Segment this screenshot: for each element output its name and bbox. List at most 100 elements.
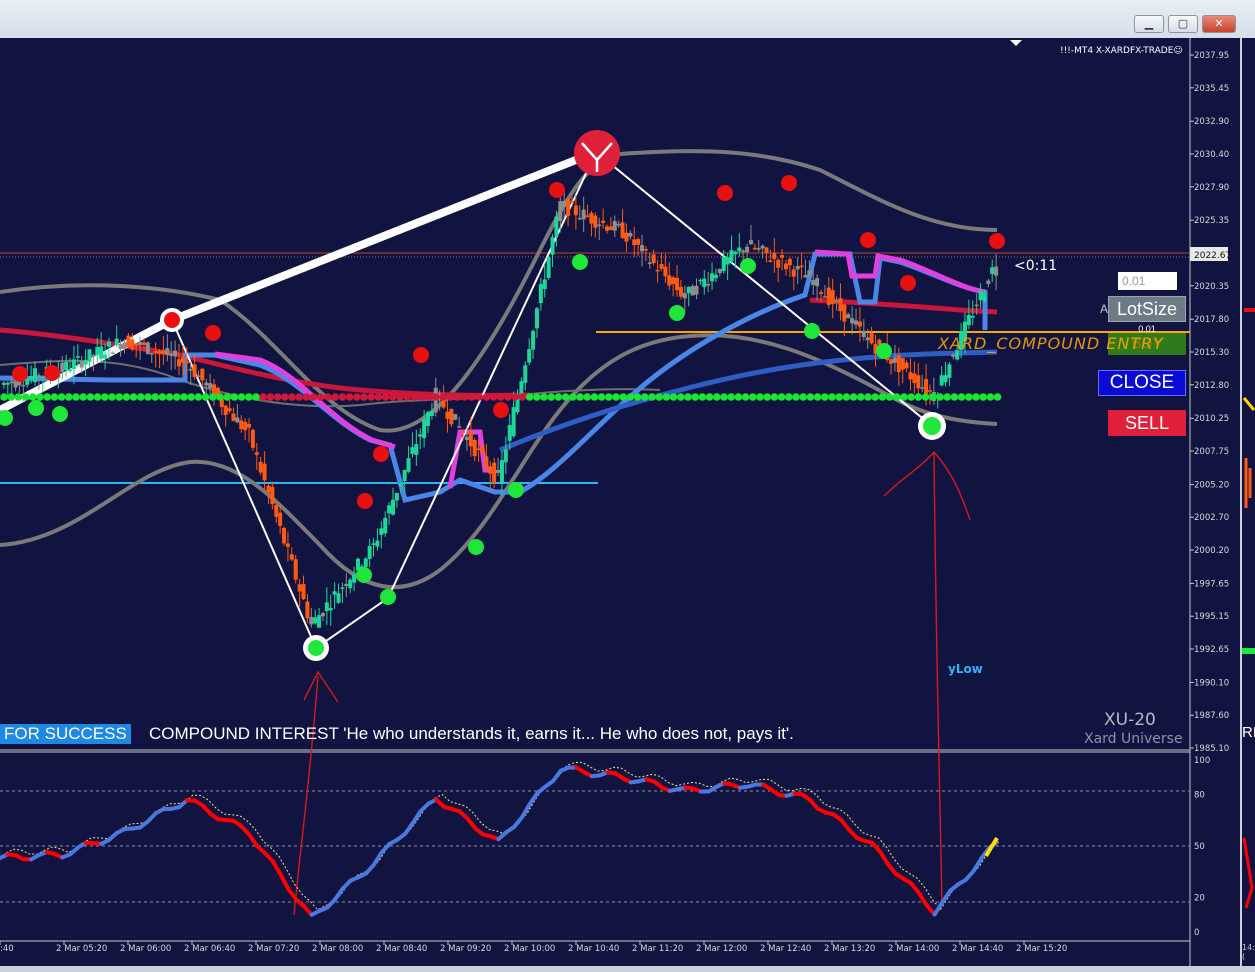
candle-body xyxy=(920,387,925,389)
candle-body xyxy=(990,267,995,275)
band-dot-green xyxy=(561,393,570,401)
candle-body xyxy=(994,266,999,276)
candle-body xyxy=(103,354,108,359)
candle-body xyxy=(511,407,516,437)
band-dot-green xyxy=(122,393,131,401)
candle-body xyxy=(601,220,606,223)
buy-signal-dot xyxy=(572,254,588,270)
terminal-window: ▁ ▢ ✕ 2037.95 2035.45 2032.90 2030.40 20… xyxy=(0,0,1255,972)
band-dot-red xyxy=(288,393,296,401)
band-dot-green xyxy=(662,393,671,401)
close-position-button[interactable]: CLOSE xyxy=(1098,370,1186,396)
band-dot-green xyxy=(878,393,887,401)
band-dot-green xyxy=(972,393,980,401)
band-dot-green xyxy=(223,393,231,401)
sell-button[interactable]: SELL xyxy=(1108,410,1186,436)
candle-body xyxy=(776,259,781,268)
maximize-button[interactable]: ▢ xyxy=(1168,15,1198,33)
minimize-button[interactable]: ▁ xyxy=(1134,15,1164,33)
buy-signal-dot xyxy=(52,406,68,422)
band-dot-green xyxy=(641,393,649,401)
candle-body xyxy=(379,528,384,535)
candle-body xyxy=(733,251,738,255)
band-dot-green xyxy=(115,393,123,401)
candle-body xyxy=(79,360,84,368)
band-dot-green xyxy=(626,393,635,401)
osc-tick-label: 100 xyxy=(1194,756,1210,766)
band-dot-green xyxy=(216,393,224,401)
time-tick-label: 2 Mar 09:20 xyxy=(440,944,491,954)
band-dot-green xyxy=(525,393,534,401)
buy-signal-dot xyxy=(380,589,396,605)
candle-body xyxy=(830,290,835,304)
band-dot-green xyxy=(173,393,181,401)
band-dot-green xyxy=(547,393,555,401)
candle-body xyxy=(352,574,357,583)
candle-body xyxy=(71,359,76,370)
candle-body xyxy=(262,463,267,481)
candle-body xyxy=(464,436,469,440)
candle-body xyxy=(371,543,376,545)
price-tick-label: 2015.30 xyxy=(1194,348,1229,358)
band-dot-green xyxy=(684,393,692,401)
candle-body xyxy=(60,362,65,372)
candle-body xyxy=(768,260,773,262)
band-dot-red xyxy=(461,393,469,401)
buy-signal-dot xyxy=(508,482,524,498)
band-dot-green xyxy=(655,393,663,401)
band-dot-green xyxy=(36,393,44,401)
candle-body xyxy=(655,269,660,272)
band-dot-green xyxy=(806,393,815,401)
candle-body xyxy=(309,616,314,625)
sell-signal-dot xyxy=(989,233,1005,249)
candle-body xyxy=(297,584,302,592)
candle-body xyxy=(678,286,683,297)
candle-body xyxy=(698,279,703,282)
candle-body xyxy=(332,591,337,595)
time-tick-label: 2 Mar 12:40 xyxy=(760,944,811,954)
lotsize-button[interactable]: LotSize xyxy=(1108,296,1186,322)
candle-body xyxy=(161,350,166,355)
candle-body xyxy=(363,558,368,567)
price-tick-label: 2035.45 xyxy=(1194,84,1229,94)
candle-body xyxy=(68,369,73,372)
platform-label: !!!-MT4 X-XARDFX-TRADE☺ xyxy=(1060,45,1183,56)
time-tick-label: 2 Mar 08:40 xyxy=(376,944,427,954)
band-dot-red xyxy=(324,393,332,401)
candle-body xyxy=(138,342,143,346)
candle-body xyxy=(95,346,100,356)
band-dot-green xyxy=(720,393,728,401)
brand-code: XU-20 xyxy=(1104,710,1156,730)
lot-value-input[interactable]: 0.01 xyxy=(1118,272,1177,290)
sell-signal-dot xyxy=(900,275,916,291)
band-dot-green xyxy=(43,393,51,401)
candle-body xyxy=(562,200,567,207)
candle-body xyxy=(826,287,831,305)
buy-signal-dot xyxy=(28,400,44,416)
candle-body xyxy=(986,280,991,285)
candle-body xyxy=(682,293,687,299)
candle-body xyxy=(850,318,855,324)
band-dot-green xyxy=(929,393,937,401)
candle-body xyxy=(83,359,88,365)
candle-body xyxy=(581,209,586,220)
candle-body xyxy=(927,390,932,392)
price-chart[interactable]: 2037.95 2035.45 2032.90 2030.40 2027.90 2025.… xyxy=(0,38,1240,966)
close-button[interactable]: ✕ xyxy=(1202,15,1236,33)
band-dot-green xyxy=(540,393,548,401)
buy-signal-dot xyxy=(356,567,372,583)
time-tick-label: 2 Mar 10:00 xyxy=(504,944,555,954)
price-tick-label: 2027.90 xyxy=(1194,183,1229,193)
band-dot-green xyxy=(158,393,167,401)
band-dot-red xyxy=(425,393,433,401)
band-dot-green xyxy=(741,393,750,401)
candle-body xyxy=(106,341,111,347)
candle-body xyxy=(803,275,808,278)
price-tick-label: 2012.80 xyxy=(1194,381,1229,391)
time-tick-label: 2 Mar 14:00 xyxy=(888,944,939,954)
candle-body xyxy=(651,254,656,264)
candle-body xyxy=(748,240,753,245)
candle-body xyxy=(250,429,255,448)
sell-signal-dot xyxy=(12,366,28,382)
band-dot-green xyxy=(633,393,642,401)
